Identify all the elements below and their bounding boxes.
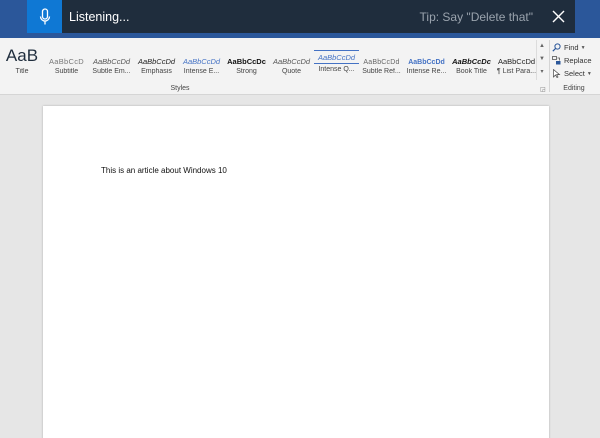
style-preview: AaBbCcD: [48, 57, 85, 66]
styles-gallery: AaB Title AaBbCcD Subtitle AaBbCcDd Subt…: [0, 40, 539, 80]
style-preview: AaBbCcDd: [182, 57, 221, 66]
style-preview: AaBbCcDd: [314, 50, 359, 64]
style-name: Intense E...: [183, 68, 220, 75]
style-preview: AaBbCcDd: [272, 57, 311, 66]
close-dictation-button[interactable]: [545, 0, 571, 33]
style-book-title[interactable]: AaBbCcDc Book Title: [449, 40, 494, 80]
editing-group-label: Editing: [563, 85, 585, 92]
style-subtle-reference[interactable]: AaBbCcDd Subtle Ref...: [359, 40, 404, 80]
document-page[interactable]: This is an article about Windows 10: [43, 106, 549, 438]
replace-label: Replace: [564, 56, 592, 65]
microphone-icon: [39, 7, 50, 24]
find-button[interactable]: Find ▼: [552, 41, 600, 54]
style-preview: AaBbCcDc: [452, 57, 491, 66]
gallery-up-button[interactable]: ▲: [537, 40, 547, 53]
document-canvas: This is an article about Windows 10: [0, 96, 600, 438]
close-icon: [552, 10, 564, 23]
style-subtitle[interactable]: AaBbCcD Subtitle: [44, 40, 89, 80]
document-body-text[interactable]: This is an article about Windows 10: [101, 166, 227, 175]
style-name: Strong: [236, 68, 257, 75]
replace-button[interactable]: Replace: [552, 54, 600, 67]
gallery-more-button[interactable]: ▾: [537, 66, 547, 79]
styles-group-label: Styles: [170, 85, 190, 92]
style-title[interactable]: AaB Title: [0, 40, 44, 80]
styles-dialog-launcher-icon[interactable]: ◲: [540, 86, 546, 93]
style-preview: AaB: [5, 46, 39, 65]
style-intense-reference[interactable]: AaBbCcDd Intense Re...: [404, 40, 449, 80]
style-name: Intense Re...: [406, 68, 447, 75]
style-name: Intense Q...: [318, 66, 355, 73]
microphone-button[interactable]: [27, 0, 62, 33]
group-divider: [549, 40, 550, 92]
home-ribbon: AaB Title AaBbCcD Subtitle AaBbCcDd Subt…: [0, 38, 600, 95]
style-preview: AaBbCcDd: [363, 59, 400, 66]
style-preview: AaBbCcDd: [408, 59, 445, 66]
style-name: Emphasis: [141, 68, 172, 75]
style-strong[interactable]: AaBbCcDc Strong: [224, 40, 269, 80]
select-label: Select: [564, 69, 585, 78]
editing-group: Find ▼ Replace Select ▼: [552, 41, 600, 80]
chevron-down-icon: ▼: [580, 44, 586, 51]
style-intense-emphasis[interactable]: AaBbCcDd Intense E...: [179, 40, 224, 80]
style-name: Subtle Ref...: [362, 68, 401, 75]
style-quote[interactable]: AaBbCcDd Quote: [269, 40, 314, 80]
replace-icon: [552, 56, 561, 65]
style-name: Book Title: [456, 68, 487, 75]
style-preview: AaBbCcDd: [497, 57, 536, 66]
find-label: Find: [564, 43, 579, 52]
style-preview: AaBbCcDc: [227, 57, 266, 66]
style-subtle-emphasis[interactable]: AaBbCcDd Subtle Em...: [89, 40, 134, 80]
cursor-arrow-icon: [553, 69, 561, 78]
style-name: ¶ List Para...: [496, 68, 537, 75]
dictation-toolbar: Listening... Tip: Say "Delete that": [27, 0, 575, 33]
select-button[interactable]: Select ▼: [552, 67, 600, 80]
style-name: Subtitle: [54, 68, 79, 75]
dictation-tip: Tip: Say "Delete that": [419, 9, 533, 24]
style-preview: AaBbCcDd: [137, 57, 176, 66]
style-intense-quote[interactable]: AaBbCcDd Intense Q...: [314, 40, 359, 80]
style-name: Quote: [281, 68, 302, 75]
style-list-paragraph[interactable]: AaBbCcDd ¶ List Para...: [494, 40, 539, 80]
styles-gallery-scroll: ▲ ▼ ▾: [536, 40, 546, 80]
style-preview: AaBbCcDd: [92, 57, 131, 66]
search-icon: [552, 43, 561, 52]
dictation-status: Listening...: [69, 9, 130, 24]
style-name: Title: [15, 68, 29, 75]
style-emphasis[interactable]: AaBbCcDd Emphasis: [134, 40, 179, 80]
style-name: Subtle Em...: [92, 68, 131, 75]
chevron-down-icon: ▼: [586, 70, 592, 77]
gallery-down-button[interactable]: ▼: [537, 53, 547, 66]
